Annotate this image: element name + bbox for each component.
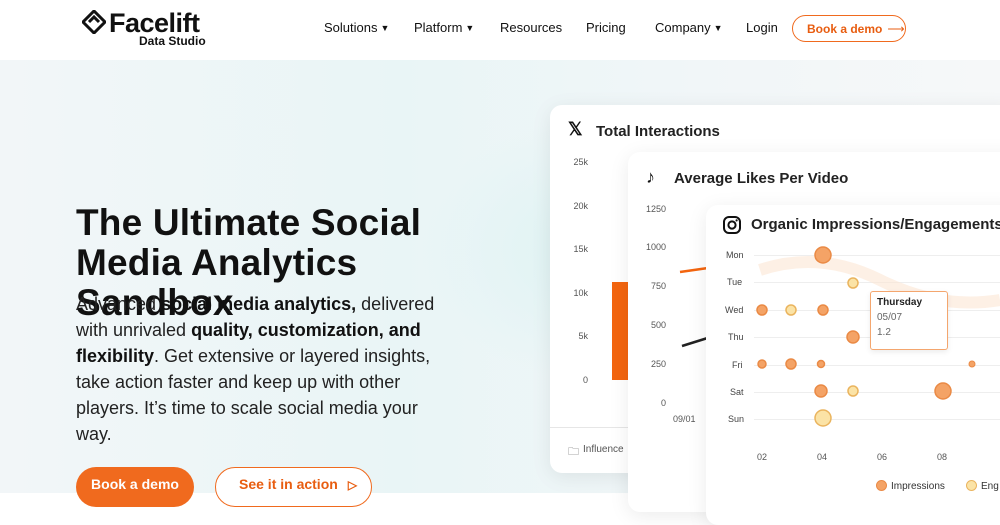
legend-label: Eng (981, 481, 999, 492)
y-tick: 750 (650, 281, 666, 291)
y-tick: 5k (578, 331, 588, 341)
legend-swatch (876, 480, 887, 491)
lead-bold: social media analytics, (161, 294, 357, 314)
y-tick: 500 (650, 320, 666, 330)
x-tick: 04 (817, 452, 828, 462)
chart-tooltip: Thursday 05/07 1.2 (870, 291, 948, 350)
nav-solutions[interactable]: Solutions ▼ (324, 20, 389, 35)
facelift-logo-icon (82, 10, 106, 34)
nav-label: Platform (414, 20, 463, 35)
legend-impressions[interactable]: Impressions (876, 480, 945, 492)
nav-label: Solutions (324, 20, 378, 35)
x-tick: 02 (757, 452, 768, 462)
arrow-right-icon: ⟶ (887, 22, 905, 36)
folder-icon: 🗀 (568, 446, 579, 458)
x-tick: 09/01 (673, 414, 696, 424)
y-tick: 250 (650, 359, 666, 369)
legend-swatch (966, 480, 977, 491)
play-icon: ▷ (347, 478, 358, 492)
y-tick: 15k (573, 244, 588, 254)
hero-title-line1: The Ultimate Social (76, 202, 422, 243)
nav-platform[interactable]: Platform ▼ (414, 20, 474, 35)
y-tick: 1250 (645, 204, 666, 214)
nav-pricing[interactable]: Pricing (586, 20, 626, 35)
y-tick: 25k (573, 157, 588, 167)
caret-down-icon: ▼ (713, 23, 723, 33)
y-tick: 1000 (645, 242, 666, 252)
x-tick: 08 (937, 452, 948, 462)
y-tick: 0 (660, 398, 666, 408)
nav-label: Login (746, 20, 778, 35)
nav-company[interactable]: Company ▼ (655, 20, 723, 35)
nav-label: Pricing (586, 20, 626, 35)
secondary-cta-label: See it in action (239, 476, 338, 492)
x-logo-icon: 𝕏 (568, 119, 583, 139)
nav-login[interactable]: Login (746, 20, 778, 35)
top-navbar: Facelift Data Studio Solutions ▼ Platform… (0, 0, 1000, 60)
card-title: Total Interactions (596, 123, 720, 140)
caret-down-icon: ▼ (465, 23, 475, 33)
instagram-logo-icon (723, 216, 741, 234)
caret-down-icon: ▼ (380, 23, 390, 33)
legend-label: Impressions (891, 481, 945, 492)
nav-cta-label: Book a demo (807, 22, 883, 36)
y-tick: 10k (573, 288, 588, 298)
brand-sub: Data Studio (139, 34, 206, 48)
hero-see-in-action-button[interactable]: See it in action ▷ (215, 467, 372, 507)
brand-logo[interactable]: Facelift Data Studio (82, 8, 222, 48)
tooltip-title: Thursday (877, 297, 923, 308)
tooltip-value: 1.2 (877, 327, 891, 338)
y-tick: 20k (573, 201, 588, 211)
nav-label: Company (655, 20, 711, 35)
hero-book-demo-button[interactable]: Book a demo (76, 467, 194, 507)
tooltip-date: 05/07 (877, 312, 903, 323)
nav-resources[interactable]: Resources (500, 20, 562, 35)
lead-text: Advanced (76, 294, 162, 314)
hero-description: Advanced social media analytics, deliver… (76, 291, 456, 447)
chart-bar (612, 282, 628, 380)
nav-label: Resources (500, 20, 563, 35)
card-footer-label[interactable]: Influence (583, 444, 624, 455)
legend-engagements[interactable]: Eng (966, 480, 999, 492)
nav-book-demo-button[interactable]: Book a demo ⟶ (792, 15, 906, 42)
card-title: Organic Impressions/Engagements O (751, 216, 1000, 233)
tiktok-logo-icon: ♪ (646, 167, 655, 187)
x-tick: 06 (877, 452, 888, 462)
primary-cta-label: Book a demo (91, 476, 179, 492)
card-title: Average Likes Per Video (674, 170, 849, 187)
y-tick: 0 (582, 375, 588, 385)
